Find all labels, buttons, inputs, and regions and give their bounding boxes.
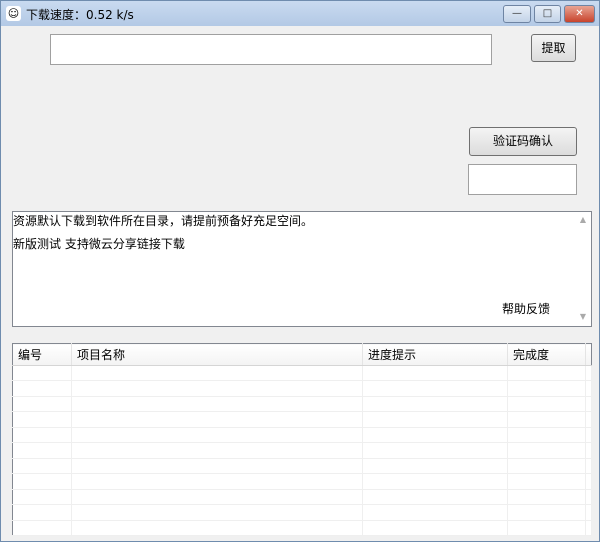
table-cell xyxy=(12,504,72,521)
table-cell xyxy=(362,411,508,428)
table-cell xyxy=(362,365,508,382)
notice-line: 资源默认下载到软件所在目录，请提前预备好充足空间。 xyxy=(13,214,314,228)
scrollbar[interactable]: ▲ ▼ xyxy=(575,212,591,326)
table-row[interactable] xyxy=(12,489,592,506)
table-cell xyxy=(12,365,72,382)
main-window: ☺ 下载速度：0.52 k/s — □ ✕ 提取 验证码确认 资源默认下载到软件… xyxy=(0,0,600,542)
fetch-button[interactable]: 提取 xyxy=(531,34,576,62)
table-row[interactable] xyxy=(12,396,592,413)
table-cell xyxy=(71,458,363,475)
table-cell xyxy=(12,473,72,490)
table-cell xyxy=(585,504,592,521)
table-cell xyxy=(507,489,586,506)
table-cell xyxy=(585,365,592,382)
table-cell xyxy=(362,380,508,397)
table-cell xyxy=(71,411,363,428)
table-cell xyxy=(71,427,363,444)
url-input[interactable] xyxy=(50,34,492,65)
table-cell xyxy=(585,380,592,397)
app-icon: ☺ xyxy=(6,6,21,21)
table-cell xyxy=(585,489,592,506)
notice-textarea[interactable]: 资源默认下载到软件所在目录，请提前预备好充足空间。 新版测试 支持微云分享链接下… xyxy=(12,211,592,327)
table-cell xyxy=(71,473,363,490)
table-cell xyxy=(507,442,586,459)
table-cell xyxy=(585,520,592,537)
table-row[interactable] xyxy=(12,427,592,444)
table-cell xyxy=(362,396,508,413)
table-cell xyxy=(71,380,363,397)
table-row[interactable] xyxy=(12,442,592,459)
table-cell xyxy=(71,365,363,382)
table-cell xyxy=(362,489,508,506)
table-cell xyxy=(12,380,72,397)
table-cell xyxy=(585,427,592,444)
table-cell xyxy=(362,442,508,459)
table-cell xyxy=(12,520,72,537)
table-cell xyxy=(362,473,508,490)
column-header-progress[interactable]: 进度提示 xyxy=(362,343,508,366)
table-cell xyxy=(507,473,586,490)
table-cell xyxy=(12,489,72,506)
table-cell xyxy=(71,442,363,459)
notice-line: 新版测试 支持微云分享链接下载 xyxy=(13,237,185,251)
captcha-confirm-button[interactable]: 验证码确认 xyxy=(469,127,577,156)
table-cell xyxy=(507,458,586,475)
table-cell xyxy=(12,427,72,444)
table-row[interactable] xyxy=(12,473,592,490)
table-cell xyxy=(507,411,586,428)
table-row[interactable] xyxy=(12,520,592,537)
table-cell xyxy=(71,489,363,506)
column-header-id[interactable]: 编号 xyxy=(12,343,72,366)
table-row[interactable] xyxy=(12,365,592,382)
table-cell xyxy=(362,427,508,444)
table-cell xyxy=(585,442,592,459)
table-cell xyxy=(507,504,586,521)
table-cell xyxy=(585,458,592,475)
table-cell xyxy=(12,396,72,413)
close-button[interactable]: ✕ xyxy=(564,5,595,23)
window-title: 下载速度：0.52 k/s xyxy=(26,8,134,22)
table-cell xyxy=(507,520,586,537)
table-cell xyxy=(362,504,508,521)
minimize-button[interactable]: — xyxy=(503,5,531,23)
table-cell xyxy=(585,396,592,413)
captcha-input[interactable] xyxy=(468,164,577,195)
table-row[interactable] xyxy=(12,458,592,475)
table-cell xyxy=(12,442,72,459)
table-cell xyxy=(12,458,72,475)
table-cell xyxy=(71,504,363,521)
table-cell xyxy=(71,520,363,537)
table-row[interactable] xyxy=(12,504,592,521)
download-table: 编号 项目名称 进度提示 完成度 xyxy=(12,343,592,537)
table-cell xyxy=(507,365,586,382)
help-feedback-link[interactable]: 帮助反馈 xyxy=(502,300,550,317)
table-cell xyxy=(12,411,72,428)
table-cell xyxy=(585,473,592,490)
maximize-button[interactable]: □ xyxy=(534,5,561,23)
table-cell xyxy=(71,396,363,413)
table-cell xyxy=(362,458,508,475)
table-cell xyxy=(585,411,592,428)
title-bar[interactable]: ☺ 下载速度：0.52 k/s — □ ✕ xyxy=(1,1,599,26)
column-header-name[interactable]: 项目名称 xyxy=(71,343,363,366)
table-cell xyxy=(507,427,586,444)
table-row[interactable] xyxy=(12,380,592,397)
table-row[interactable] xyxy=(12,411,592,428)
table-cell xyxy=(507,380,586,397)
table-cell xyxy=(507,396,586,413)
table-cell xyxy=(362,520,508,537)
column-header-completion[interactable]: 完成度 xyxy=(507,343,586,366)
